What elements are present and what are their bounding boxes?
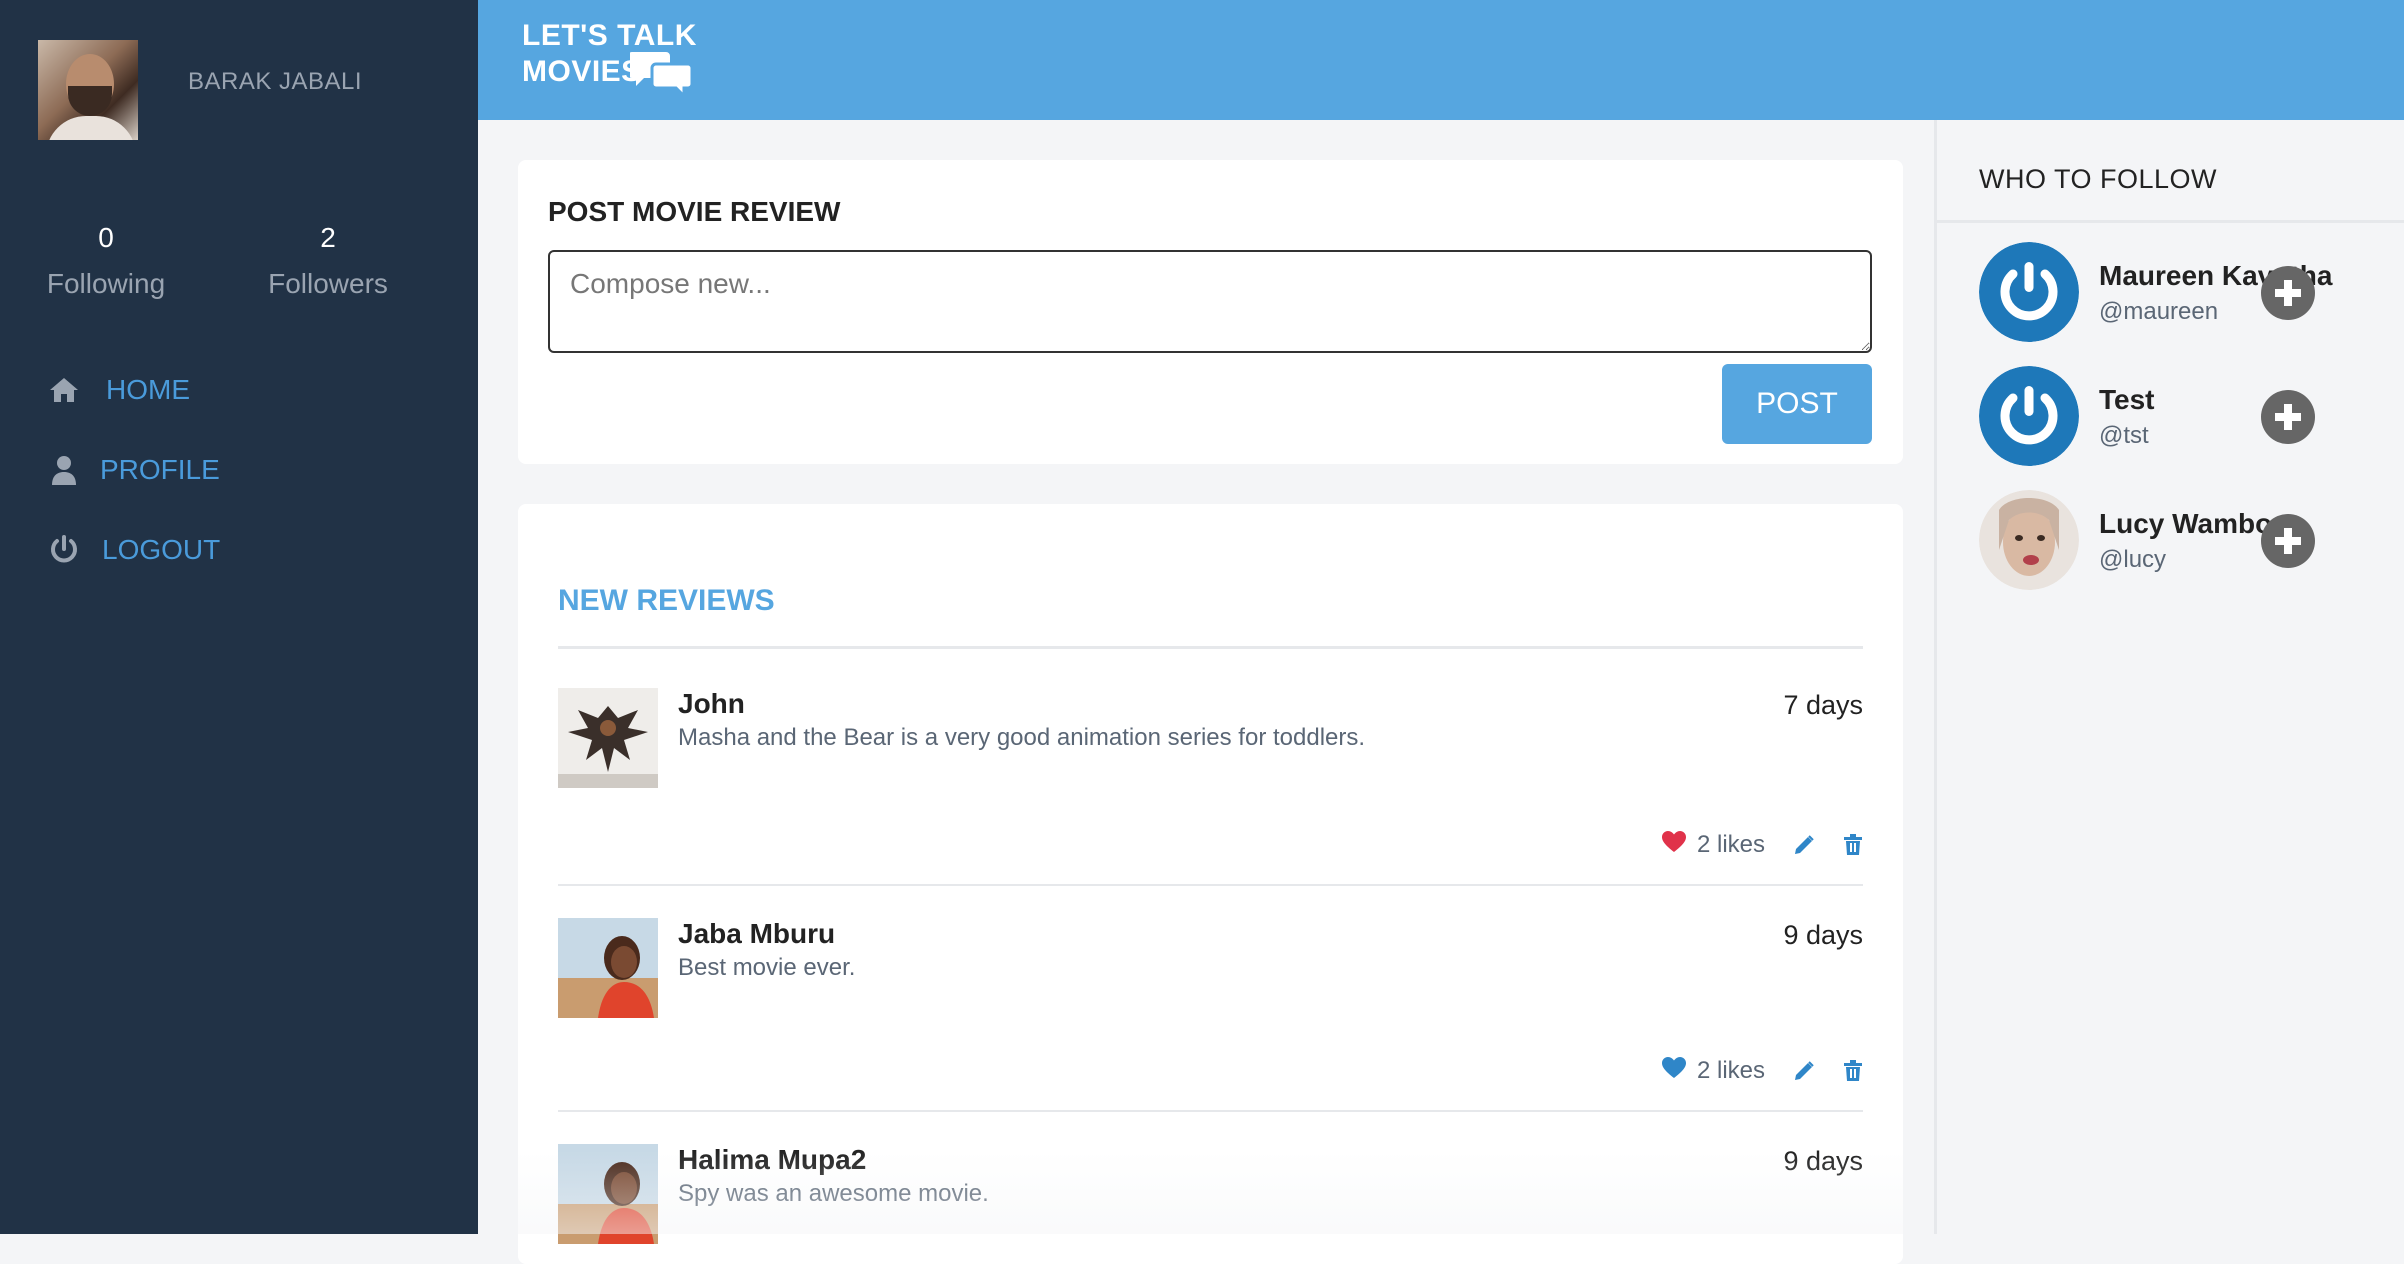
divider — [558, 646, 1863, 649]
power-icon — [46, 532, 82, 568]
follow-add-button[interactable] — [2261, 390, 2315, 444]
review-avatar[interactable] — [558, 918, 658, 1018]
sidebar-item-label: HOME — [106, 374, 190, 405]
who-to-follow-title: WHO TO FOLLOW — [1979, 164, 2218, 194]
follow-avatar[interactable] — [1979, 366, 2079, 466]
follow-suggestion: Maureen Kavutha @maureen — [1979, 242, 2399, 342]
who-to-follow-panel: WHO TO FOLLOW Maureen Kavutha @maureen T… — [1934, 120, 2404, 1234]
review-avatar[interactable] — [558, 688, 658, 788]
sidebar-item-profile[interactable]: PROFILE — [46, 445, 466, 495]
divider — [558, 884, 1863, 886]
user-avatar[interactable] — [38, 40, 138, 140]
delete-icon[interactable] — [1843, 833, 1863, 856]
followers-stat[interactable]: 2 Followers — [228, 222, 428, 300]
like-count: 2 likes — [1696, 830, 1765, 858]
sidebar-item-label: PROFILE — [100, 454, 220, 485]
user-icon — [46, 452, 82, 488]
app-logo[interactable]: LET'S TALK MOVIES — [522, 18, 697, 96]
follow-add-button[interactable] — [2261, 514, 2315, 568]
follow-avatar[interactable] — [1979, 242, 2079, 342]
review-author[interactable]: Jaba Mburu — [678, 918, 835, 950]
review-time: 9 days — [1783, 1146, 1863, 1176]
review-actions: 2 likes — [1661, 1056, 1863, 1085]
review-text: Best movie ever. — [678, 954, 856, 981]
chat-bubbles-icon — [630, 52, 694, 96]
top-header: LET'S TALK MOVIES — [478, 0, 2404, 120]
plus-icon — [2275, 528, 2301, 554]
follow-avatar[interactable] — [1979, 490, 2079, 590]
like-count: 2 likes — [1696, 1056, 1765, 1084]
plus-icon — [2275, 404, 2301, 430]
follow-name[interactable]: Lucy Wambo — [2099, 508, 2272, 540]
review-text: Masha and the Bear is a very good animat… — [678, 724, 1366, 751]
sidebar-item-logout[interactable]: LOGOUT — [46, 525, 466, 575]
divider — [558, 1110, 1863, 1112]
following-stat[interactable]: 0 Following — [6, 222, 206, 300]
new-reviews-title: NEW REVIEWS — [558, 584, 775, 617]
followers-count: 2 — [320, 222, 336, 253]
review-author[interactable]: John — [678, 688, 745, 720]
heart-icon[interactable] — [1661, 1056, 1687, 1085]
review-time: 9 days — [1783, 920, 1863, 950]
delete-icon[interactable] — [1843, 1059, 1863, 1082]
following-label: Following — [46, 268, 166, 299]
post-review-card: POST MOVIE REVIEW POST — [518, 160, 1903, 464]
heart-icon[interactable] — [1661, 830, 1687, 859]
edit-icon[interactable] — [1793, 834, 1815, 856]
plus-icon — [2275, 280, 2301, 306]
sidebar-item-label: LOGOUT — [102, 534, 221, 565]
sidebar-username: BARAK JABALI — [188, 68, 363, 95]
review-actions: 2 likes — [1661, 830, 1863, 859]
sidebar: BARAK JABALI 0 Following 2 Followers HOM… — [0, 0, 478, 1234]
follow-suggestion: Test @tst — [1979, 366, 2399, 466]
post-button[interactable]: POST — [1722, 364, 1872, 444]
divider — [1937, 220, 2404, 223]
follow-handle: @lucy — [2099, 546, 2167, 573]
followers-label: Followers — [268, 268, 388, 299]
edit-icon[interactable] — [1793, 1060, 1815, 1082]
review-avatar[interactable] — [558, 1144, 658, 1244]
review-time: 7 days — [1783, 690, 1863, 720]
follow-name[interactable]: Test — [2099, 384, 2155, 416]
following-count: 0 — [98, 222, 114, 253]
review-text: Spy was an awesome movie. — [678, 1180, 989, 1207]
sidebar-item-home[interactable]: HOME — [46, 365, 466, 415]
review-author[interactable]: Halima Mupa2 — [678, 1144, 866, 1176]
follow-handle: @tst — [2099, 422, 2149, 449]
home-icon — [46, 372, 82, 408]
compose-review-input[interactable] — [548, 250, 1872, 353]
follow-add-button[interactable] — [2261, 266, 2315, 320]
follow-suggestion: Lucy Wambo @lucy — [1979, 490, 2399, 590]
post-review-title: POST MOVIE REVIEW — [548, 196, 841, 227]
follow-handle: @maureen — [2099, 298, 2219, 325]
